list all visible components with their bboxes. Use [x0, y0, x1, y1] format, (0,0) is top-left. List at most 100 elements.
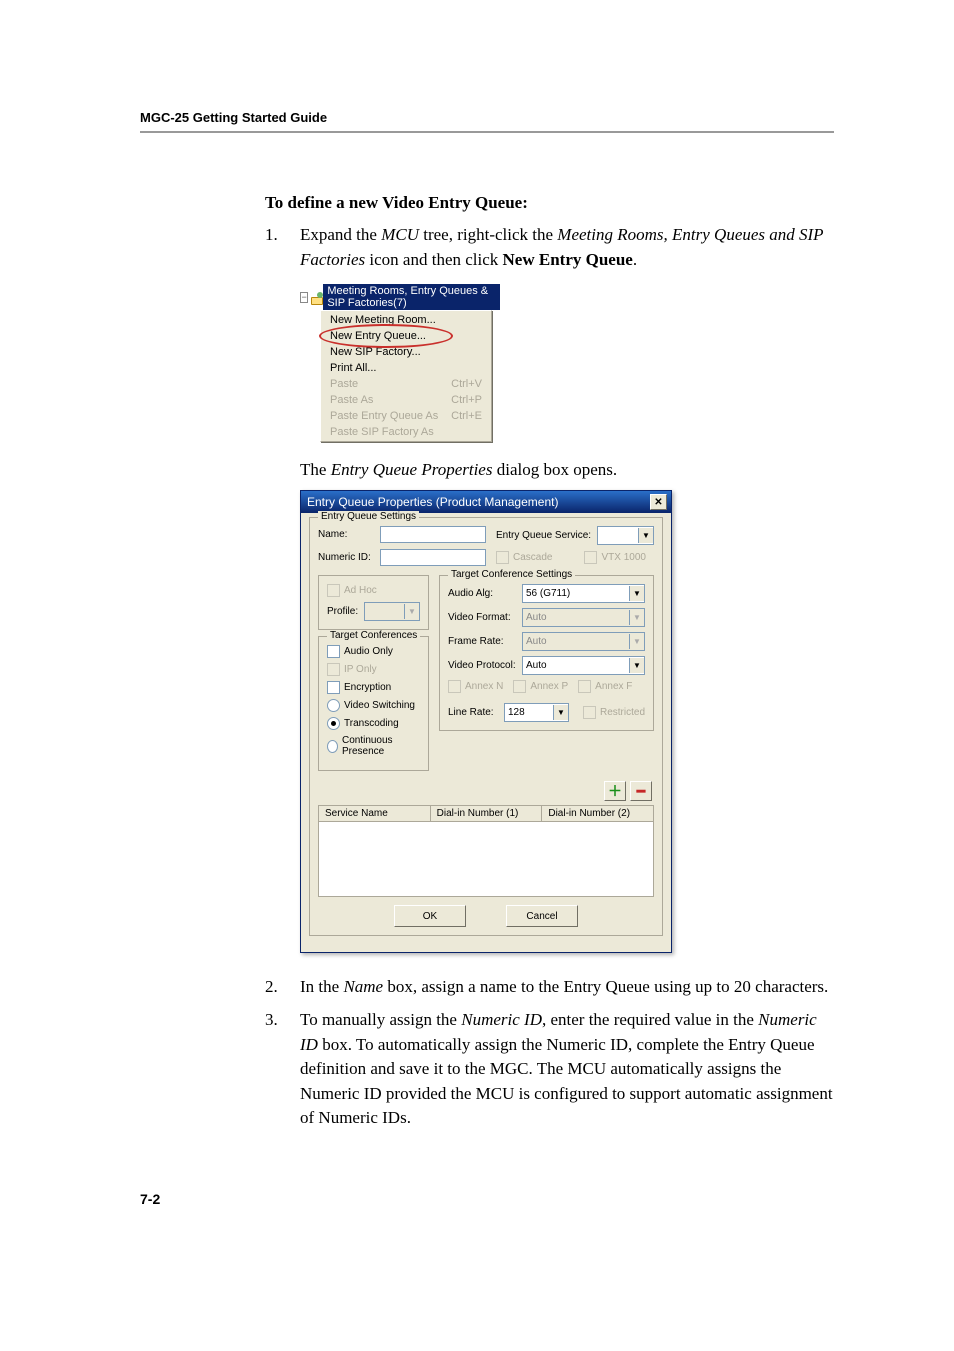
numeric-id-label: Numeric ID: [318, 552, 374, 563]
txt: To manually assign the [300, 1010, 461, 1029]
name-input[interactable] [380, 526, 486, 543]
dialin-table[interactable]: Service Name Dial-in Number (1) Dial-in … [318, 805, 654, 897]
folder-people-icon [310, 290, 321, 304]
ctx-label: Print All... [330, 362, 376, 374]
step-3: 3. To manually assign the Numeric ID, en… [265, 1008, 834, 1131]
video-protocol-select[interactable]: Auto ▼ [522, 656, 645, 675]
group-title: Entry Queue Settings [318, 511, 419, 522]
line-rate-select[interactable]: 128▼ [504, 703, 569, 722]
chk-label: Encryption [344, 682, 391, 693]
chk-label: IP Only [344, 664, 377, 675]
chk-label: Annex P [530, 681, 568, 692]
checkbox-icon [327, 681, 340, 694]
rad-label: Video Switching [344, 700, 415, 711]
group-title: Target Conferences [327, 630, 420, 641]
step-2: 2. In the Name box, assign a name to the… [265, 975, 834, 1000]
ctx-shortcut: Ctrl+P [451, 394, 482, 406]
encryption-checkbox[interactable]: Encryption [327, 681, 420, 694]
ctx-label: Paste Entry Queue As [330, 410, 438, 422]
section-heading: To define a new Video Entry Queue: [265, 193, 834, 213]
rad-label: Transcoding [344, 718, 399, 729]
add-button[interactable]: ＋ [604, 781, 626, 801]
ctx-label: Paste As [330, 394, 373, 406]
chevron-down-icon: ▼ [629, 586, 644, 601]
name-label: Name: [318, 529, 374, 540]
sel-value: Auto [526, 660, 547, 671]
sel-value: 56 (G711) [526, 588, 570, 599]
chevron-down-icon: ▼ [404, 604, 419, 619]
txt: The [300, 460, 331, 479]
profile-select: ▼ [364, 602, 420, 621]
col-service-name: Service Name [319, 806, 431, 821]
chevron-down-icon: ▼ [629, 658, 644, 673]
frame-rate-label: Frame Rate: [448, 636, 516, 647]
group-entry-queue-settings: Entry Queue Settings Name: Numeric ID: [309, 517, 663, 936]
entry-queue-dialog: Entry Queue Properties (Product Manageme… [300, 490, 672, 953]
group-adhoc: Ad Hoc Profile: ▼ [318, 575, 429, 630]
continuous-presence-radio[interactable]: Continuous Presence [327, 735, 420, 757]
video-switching-radio[interactable]: Video Switching [327, 699, 420, 712]
eq-service-label: Entry Queue Service: [496, 530, 591, 541]
step-2-text: In the Name box, assign a name to the En… [300, 975, 834, 1000]
ctx-label: Paste SIP Factory As [330, 426, 434, 438]
sel-value: Auto [526, 636, 547, 647]
checkbox-icon [327, 663, 340, 676]
ctx-print-all[interactable]: Print All... [322, 360, 490, 376]
ctx-paste-eq-as: Paste Entry Queue As Ctrl+E [322, 408, 490, 424]
video-protocol-label: Video Protocol: [448, 660, 516, 671]
figure-1-caption: The Entry Queue Properties dialog box op… [300, 460, 834, 480]
step-3-text: To manually assign the Numeric ID, enter… [300, 1008, 834, 1131]
step-1-number: 1. [265, 223, 300, 272]
chk-label: Annex F [595, 681, 632, 692]
cancel-button[interactable]: Cancel [506, 905, 578, 927]
numeric-id-input[interactable] [380, 549, 486, 566]
ctx-new-entry-queue[interactable]: New Entry Queue... [322, 328, 490, 344]
line-rate-label: Line Rate: [448, 707, 498, 718]
rad-label: Continuous Presence [342, 735, 420, 757]
txt: tree, right-click the [419, 225, 557, 244]
chevron-down-icon: ▼ [629, 610, 644, 625]
figure-dialog: Entry Queue Properties (Product Manageme… [300, 490, 834, 953]
page-number: 7-2 [140, 1191, 834, 1207]
transcoding-radio[interactable]: Transcoding [327, 717, 420, 730]
audio-alg-label: Audio Alg: [448, 588, 516, 599]
txt: , enter the required value in the [542, 1010, 758, 1029]
ok-button[interactable]: OK [394, 905, 466, 927]
context-menu: New Meeting Room... New Entry Queue... N… [320, 310, 492, 442]
checkbox-icon [583, 706, 596, 719]
chevron-down-icon: ▼ [553, 705, 568, 720]
txt: . [633, 250, 637, 269]
eq-service-select[interactable]: ▼ [597, 526, 654, 545]
step-1: 1. Expand the MCU tree, right-click the … [265, 223, 834, 272]
ctx-shortcut: Ctrl+E [451, 410, 482, 422]
audio-alg-select[interactable]: 56 (G711) ▼ [522, 584, 645, 603]
page-header: MGC-25 Getting Started Guide [140, 110, 834, 133]
dialog-title-text: Entry Queue Properties (Product Manageme… [307, 495, 558, 509]
close-button[interactable]: ✕ [650, 494, 667, 510]
col-dialin-1: Dial-in Number (1) [431, 806, 543, 821]
txt: dialog box opens. [492, 460, 617, 479]
ctx-label: Paste [330, 378, 358, 390]
em: Entry Queue Properties [331, 460, 493, 479]
tree-node[interactable]: − Meeting Rooms, Entry Queues & SIP Fact… [300, 284, 500, 310]
chk-label: Restricted [600, 707, 645, 718]
ctx-paste-as: Paste As Ctrl+P [322, 392, 490, 408]
frame-rate-select: Auto▼ [522, 632, 645, 651]
step-1-text: Expand the MCU tree, right-click the Mee… [300, 223, 834, 272]
audio-only-checkbox[interactable]: Audio Only [327, 645, 420, 658]
radio-icon [327, 699, 340, 712]
checkbox-icon [578, 680, 591, 693]
tree-collapse-icon[interactable]: − [300, 292, 308, 303]
checkbox-icon [513, 680, 526, 693]
em: Name [343, 977, 383, 996]
radio-icon [327, 717, 340, 730]
txt: In the [300, 977, 343, 996]
video-format-select: Auto▼ [522, 608, 645, 627]
chk-label: Cascade [513, 552, 552, 563]
checkbox-icon [327, 584, 340, 597]
em: Numeric ID [461, 1010, 542, 1029]
annex-p-checkbox: Annex P [513, 680, 568, 693]
txt: box. To automatically assign the Numeric… [300, 1035, 833, 1128]
remove-button[interactable]: ━ [630, 781, 652, 801]
checkbox-icon [496, 551, 509, 564]
